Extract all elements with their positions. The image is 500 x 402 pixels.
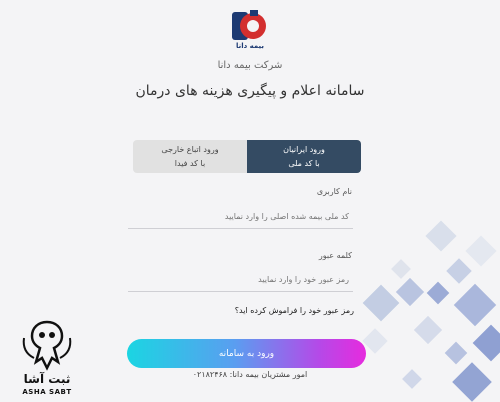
password-field[interactable] xyxy=(128,268,353,292)
tab-foreign-line2: با کد فیدا xyxy=(174,158,206,168)
decor-diamond xyxy=(465,235,497,267)
login-type-tabs: ورود ایرانیان با کد ملی ورود اتباع خارجی… xyxy=(133,140,361,173)
decor-diamond xyxy=(453,283,497,327)
decor-diamond xyxy=(446,258,472,284)
page-title: سامانه اعلام و پیگیری هزینه های درمان xyxy=(135,83,365,99)
company-name: شرکت بیمه دانا xyxy=(217,60,283,71)
watermark-text: ثبت آشا xyxy=(23,372,71,386)
logo-icon xyxy=(232,10,266,40)
decor-diamond xyxy=(452,362,492,402)
brand-logo-text: بیمه دانا xyxy=(235,42,265,50)
watermark-subtext: ASHA SABT xyxy=(22,388,72,396)
decor-diamond xyxy=(413,315,443,345)
decor-diamond xyxy=(362,328,388,354)
decor-diamond xyxy=(426,281,450,305)
forgot-password-link[interactable]: رمز عبور خود را فراموش کرده اید؟ xyxy=(0,306,354,315)
decor-diamond xyxy=(472,324,500,362)
login-button[interactable]: ورود به سامانه xyxy=(127,339,366,368)
watermark-logo xyxy=(18,318,76,372)
decor-diamond xyxy=(395,277,425,307)
username-label: نام کاربری xyxy=(316,187,352,196)
decor-diamond xyxy=(362,284,400,322)
password-label: کلمه عبور xyxy=(318,251,352,260)
tab-iranian-login[interactable]: ورود ایرانیان با کد ملی xyxy=(247,140,361,173)
watermark-emblem-icon xyxy=(22,320,72,371)
username-field[interactable] xyxy=(128,205,353,229)
decor-diamond xyxy=(444,341,468,365)
tab-iranian-line2: با کد ملی xyxy=(288,158,320,168)
tab-foreign-line1: ورود اتباع خارجی xyxy=(161,144,219,154)
decor-diamond xyxy=(425,220,457,252)
tab-foreign-login[interactable]: ورود اتباع خارجی با کد فیدا xyxy=(133,140,247,173)
tab-iranian-line1: ورود ایرانیان xyxy=(283,144,325,154)
decor-diamond xyxy=(391,259,411,279)
